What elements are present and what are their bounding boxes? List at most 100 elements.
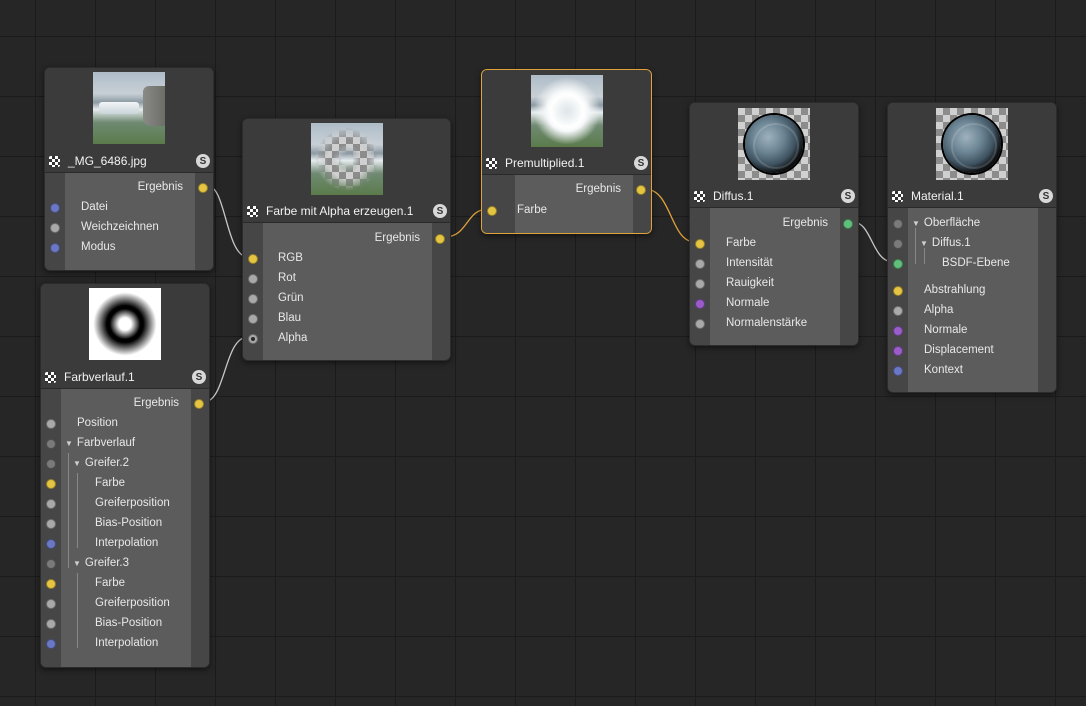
- input-port[interactable]: [695, 259, 705, 269]
- collapse-triangle-icon[interactable]: ▼: [73, 459, 81, 468]
- input-row-farbe[interactable]: Farbe: [482, 200, 651, 220]
- input-row-greifer3[interactable]: ▼ Greifer.3: [41, 553, 209, 573]
- input-row-modus[interactable]: Modus: [45, 237, 213, 257]
- input-port[interactable]: [695, 279, 705, 289]
- solo-badge[interactable]: S: [196, 154, 210, 168]
- input-port[interactable]: [46, 459, 56, 469]
- color-with-alpha-node[interactable]: Farbe mit Alpha erzeugen.1 S Ergebnis RG…: [242, 118, 451, 361]
- input-row-rgb[interactable]: RGB: [243, 248, 450, 268]
- input-port[interactable]: [50, 223, 60, 233]
- input-port[interactable]: [893, 259, 903, 269]
- input-row-alpha[interactable]: Alpha: [888, 300, 1056, 320]
- material-node[interactable]: Material.1 S ▼ Oberfläche ▼ Diffus.1 BSDF-…: [887, 102, 1057, 393]
- input-row-blau[interactable]: Blau: [243, 308, 450, 328]
- input-port[interactable]: [46, 419, 56, 429]
- input-row-datei[interactable]: Datei: [45, 197, 213, 217]
- input-port[interactable]: [46, 619, 56, 629]
- input-row-g2-interpolation[interactable]: Interpolation: [41, 533, 209, 553]
- input-row-rauigkeit[interactable]: Rauigkeit: [690, 273, 858, 293]
- material-node-header[interactable]: Material.1 S: [888, 185, 1056, 208]
- input-port[interactable]: [46, 499, 56, 509]
- input-port[interactable]: [487, 206, 497, 216]
- input-port-connected[interactable]: [248, 334, 258, 344]
- input-row-normale[interactable]: Normale: [888, 320, 1056, 340]
- input-row-g2-greiferposition[interactable]: Greiferposition: [41, 493, 209, 513]
- solo-badge[interactable]: S: [433, 204, 447, 218]
- gradient-node-header[interactable]: Farbverlauf.1 S: [41, 366, 209, 389]
- alpha-node-header[interactable]: Farbe mit Alpha erzeugen.1 S: [243, 200, 450, 223]
- input-row-bsdf[interactable]: BSDF-Ebene: [888, 253, 1056, 273]
- input-row-farbe[interactable]: Farbe: [690, 233, 858, 253]
- premult-node-header[interactable]: Premultiplied.1 S: [482, 152, 651, 175]
- premultiplied-node[interactable]: Premultiplied.1 S Ergebnis Farbe: [481, 69, 652, 234]
- output-port[interactable]: [435, 234, 445, 244]
- input-row-g2-bias[interactable]: Bias-Position: [41, 513, 209, 533]
- input-row-greifer2[interactable]: ▼ Greifer.2: [41, 453, 209, 473]
- output-row[interactable]: Ergebnis: [243, 228, 450, 248]
- diffuse-node[interactable]: Diffus.1 S Ergebnis Farbe Intensität Rau…: [689, 102, 859, 346]
- output-port[interactable]: [636, 185, 646, 195]
- image-node[interactable]: _MG_6486.jpg S Ergebnis Datei Weichzeich…: [44, 67, 214, 271]
- input-port[interactable]: [893, 239, 903, 249]
- input-port[interactable]: [50, 243, 60, 253]
- input-port[interactable]: [248, 294, 258, 304]
- input-row-g3-greiferposition[interactable]: Greiferposition: [41, 593, 209, 613]
- input-port[interactable]: [893, 306, 903, 316]
- input-row-farbverlauf[interactable]: ▼ Farbverlauf: [41, 433, 209, 453]
- input-port[interactable]: [46, 639, 56, 649]
- output-row[interactable]: Ergebnis: [45, 177, 213, 197]
- input-row-displacement[interactable]: Displacement: [888, 340, 1056, 360]
- input-port[interactable]: [893, 366, 903, 376]
- input-port[interactable]: [695, 299, 705, 309]
- input-port[interactable]: [248, 274, 258, 284]
- input-port[interactable]: [46, 439, 56, 449]
- image-node-header[interactable]: _MG_6486.jpg S: [45, 150, 213, 173]
- input-port[interactable]: [46, 539, 56, 549]
- diffuse-node-header[interactable]: Diffus.1 S: [690, 185, 858, 208]
- input-port[interactable]: [50, 203, 60, 213]
- collapse-triangle-icon[interactable]: ▼: [912, 219, 920, 228]
- gradient-node[interactable]: Farbverlauf.1 S Ergebnis Position ▼ Farbv…: [40, 283, 210, 668]
- output-port[interactable]: [843, 219, 853, 229]
- input-port[interactable]: [695, 239, 705, 249]
- input-row-rot[interactable]: Rot: [243, 268, 450, 288]
- input-port[interactable]: [893, 286, 903, 296]
- input-row-position[interactable]: Position: [41, 413, 209, 433]
- input-row-weichzeichnen[interactable]: Weichzeichnen: [45, 217, 213, 237]
- input-row-intensitaet[interactable]: Intensität: [690, 253, 858, 273]
- solo-badge[interactable]: S: [192, 370, 206, 384]
- input-row-diffus[interactable]: ▼ Diffus.1: [888, 233, 1056, 253]
- input-port[interactable]: [46, 579, 56, 589]
- collapse-triangle-icon[interactable]: ▼: [65, 439, 73, 448]
- output-row[interactable]: Ergebnis: [482, 179, 651, 199]
- input-port[interactable]: [46, 519, 56, 529]
- input-port[interactable]: [46, 599, 56, 609]
- collapse-triangle-icon[interactable]: ▼: [73, 559, 81, 568]
- input-row-oberflaeche[interactable]: ▼ Oberfläche: [888, 213, 1056, 233]
- input-row-g3-interpolation[interactable]: Interpolation: [41, 633, 209, 653]
- input-row-normalenstaerke[interactable]: Normalenstärke: [690, 313, 858, 333]
- input-row-alpha[interactable]: Alpha: [243, 328, 450, 348]
- input-port[interactable]: [248, 254, 258, 264]
- output-port[interactable]: [194, 399, 204, 409]
- input-port[interactable]: [695, 319, 705, 329]
- wire-premult-to-diffuse[interactable]: [644, 188, 696, 243]
- input-row-gruen[interactable]: Grün: [243, 288, 450, 308]
- input-port[interactable]: [893, 346, 903, 356]
- collapse-triangle-icon[interactable]: ▼: [920, 239, 928, 248]
- input-port[interactable]: [893, 219, 903, 229]
- input-port[interactable]: [248, 314, 258, 324]
- solo-badge[interactable]: S: [1039, 189, 1053, 203]
- solo-badge[interactable]: S: [634, 156, 648, 170]
- input-port[interactable]: [46, 479, 56, 489]
- input-port[interactable]: [46, 559, 56, 569]
- input-row-abstrahlung[interactable]: Abstrahlung: [888, 280, 1056, 300]
- solo-badge[interactable]: S: [841, 189, 855, 203]
- input-row-g3-bias[interactable]: Bias-Position: [41, 613, 209, 633]
- input-row-g2-farbe[interactable]: Farbe: [41, 473, 209, 493]
- input-row-normale[interactable]: Normale: [690, 293, 858, 313]
- input-row-g3-farbe[interactable]: Farbe: [41, 573, 209, 593]
- output-row[interactable]: Ergebnis: [690, 213, 858, 233]
- input-row-kontext[interactable]: Kontext: [888, 360, 1056, 380]
- output-port[interactable]: [198, 183, 208, 193]
